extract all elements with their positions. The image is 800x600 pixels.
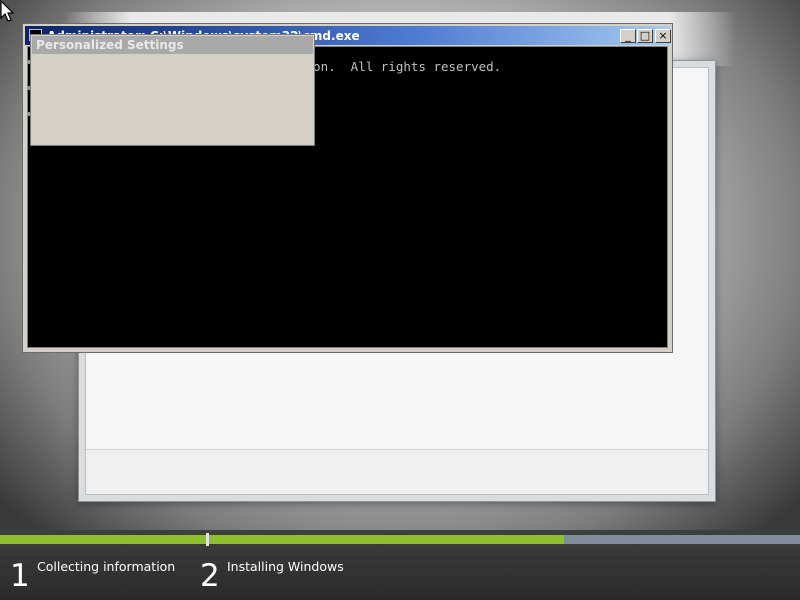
setup-footer	[86, 449, 708, 494]
minimize-button[interactable]: _	[620, 29, 636, 43]
step-2-label: Installing Windows	[227, 559, 344, 574]
maximize-button[interactable]: □	[637, 29, 653, 43]
step-1-label: Collecting information	[37, 559, 176, 574]
personalized-settings-window[interactable]: Personalized Settings	[30, 34, 315, 146]
installing-progress-fill	[209, 535, 564, 544]
step-2-number: 2	[200, 558, 220, 594]
collecting-progress-fill	[0, 535, 206, 544]
mouse-pointer-icon	[0, 0, 15, 22]
progress-divider	[206, 533, 209, 546]
close-button[interactable]: ×	[655, 29, 671, 43]
console-line: tion. All rights reserved.	[298, 59, 502, 74]
personalized-settings-title[interactable]: Personalized Settings	[32, 36, 313, 54]
step-1-number: 1	[10, 558, 30, 594]
